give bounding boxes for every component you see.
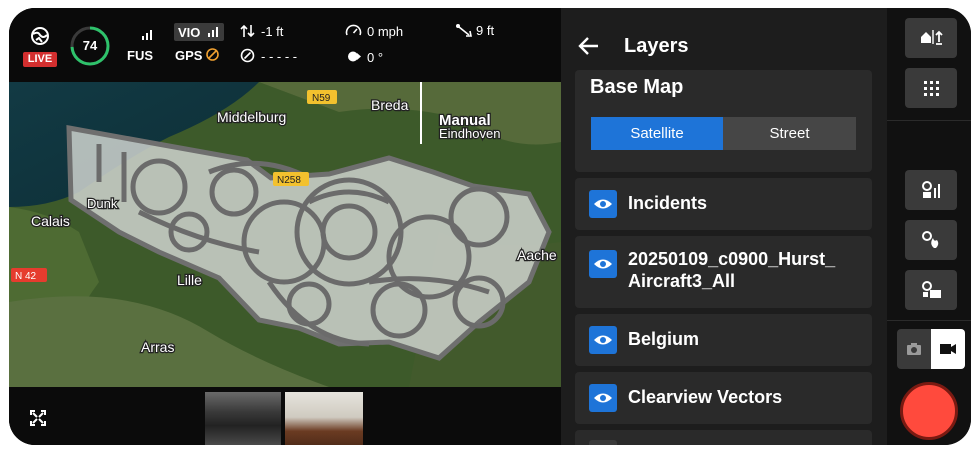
layer-visibility-toggle[interactable] — [589, 384, 617, 412]
vio-badge: VIO — [174, 23, 224, 41]
grid-icon — [924, 81, 939, 96]
vio-signal-icon — [208, 27, 218, 37]
map-label-breda: Breda — [371, 97, 409, 113]
layer-item[interactable]: Belgium — [575, 314, 872, 366]
battery-percent: 74 — [82, 38, 98, 53]
layer-label: 20250109_c0900_Hurst_ Aircraft3_All — [628, 249, 836, 291]
gimbal-value: 0 ° — [367, 50, 384, 65]
map-label-arras: Arras — [141, 339, 174, 355]
camera-thumbnail-bar — [9, 387, 561, 445]
video-mode-button[interactable] — [931, 329, 965, 369]
basemap-street-button[interactable]: Street — [723, 117, 856, 150]
map-area: LIVE 74 FUS VIO GPS -1 ft - - - - - 0 mp… — [9, 8, 561, 445]
camera-tool-button[interactable] — [905, 270, 957, 310]
right-control-rail — [887, 8, 971, 445]
layer-label: Incidents — [628, 193, 708, 213]
battery-indicator: 74 — [69, 25, 111, 67]
drone-fire-icon — [922, 231, 939, 248]
panel-title: Layers — [624, 35, 689, 57]
layer-item[interactable]: Incidents — [575, 178, 872, 230]
record-button[interactable] — [900, 382, 958, 440]
map-label-aache: Aache — [517, 247, 557, 263]
layer-label: Belgium — [628, 329, 700, 349]
basemap-title: Base Map — [590, 76, 684, 98]
vio-label: VIO — [178, 25, 201, 40]
drone-tool-button[interactable] — [905, 220, 957, 260]
basemap-satellite-button[interactable]: Satellite — [591, 117, 723, 150]
return-home-button[interactable] — [905, 18, 957, 58]
thermal-camera-thumbnail[interactable] — [205, 392, 281, 445]
map-label-dunk: Dunk — [87, 196, 118, 211]
gps-label: GPS — [175, 48, 203, 63]
layer-label: Clearview Vectors — [628, 387, 783, 407]
satellite-map[interactable]: Middelburg Breda Manual Eindhoven Calais… — [9, 82, 561, 387]
layer-item[interactable]: 20250109_c0900_Hurst_ Aircraft3_All — [575, 236, 872, 308]
map-pin-bars-icon — [922, 181, 940, 198]
rgb-camera-thumbnail[interactable] — [285, 392, 363, 445]
heading-value: - - - - - — [261, 49, 298, 64]
fus-label: FUS — [127, 48, 153, 63]
signal-icon — [142, 30, 152, 40]
gimbal-icon — [348, 51, 361, 62]
video-camera-icon — [940, 344, 956, 354]
layer-visibility-toggle[interactable] — [589, 440, 617, 445]
rail-divider — [887, 120, 971, 121]
map-label-middelburg: Middelburg — [217, 109, 286, 125]
camera-pin-icon — [922, 281, 941, 298]
apps-menu-button[interactable] — [905, 68, 957, 108]
map-label-lille: Lille — [177, 272, 202, 288]
basemap-card: Base Map Satellite Street — [575, 70, 872, 172]
eye-icon — [594, 335, 612, 345]
road-label-n42: N 42 — [15, 271, 37, 282]
layer-item-partial[interactable] — [575, 430, 872, 445]
layer-visibility-toggle[interactable] — [589, 250, 617, 278]
layer-visibility-toggle[interactable] — [589, 326, 617, 354]
map-label-eindhoven: Eindhoven — [439, 126, 500, 141]
camera-icon — [907, 343, 921, 355]
distance-value: 9 ft — [476, 23, 495, 38]
layer-visibility-toggle[interactable] — [589, 190, 617, 218]
layer-item[interactable]: Clearview Vectors — [575, 372, 872, 424]
map-layers-tool-button[interactable] — [905, 170, 957, 210]
globe-icon — [31, 27, 49, 45]
photo-mode-button[interactable] — [897, 329, 931, 369]
live-badge: LIVE — [23, 52, 57, 67]
gps-status-icon — [206, 48, 219, 61]
telemetry-bar: LIVE 74 FUS VIO GPS -1 ft - - - - - 0 mp… — [9, 8, 561, 82]
eye-icon — [594, 393, 612, 403]
back-arrow-icon[interactable] — [577, 34, 601, 58]
eye-icon — [594, 199, 612, 209]
eye-icon — [594, 259, 612, 269]
road-label-n59: N59 — [312, 93, 331, 104]
rail-divider — [887, 320, 971, 321]
compass-icon — [240, 48, 255, 63]
home-upload-icon — [921, 30, 943, 45]
speed-value: 0 mph — [367, 24, 404, 39]
layers-panel: Layers Base Map Satellite Street Inciden… — [561, 8, 887, 445]
altitude-value: -1 ft — [261, 24, 284, 39]
road-label-n258: N258 — [277, 175, 301, 186]
map-label-calais: Calais — [31, 213, 70, 229]
app-frame: LIVE 74 FUS VIO GPS -1 ft - - - - - 0 mp… — [9, 8, 971, 445]
altitude-icon — [240, 24, 255, 38]
expand-icon[interactable] — [29, 409, 47, 427]
distance-icon — [456, 24, 472, 37]
capture-mode-toggle — [897, 329, 965, 369]
speedometer-icon — [345, 24, 362, 36]
